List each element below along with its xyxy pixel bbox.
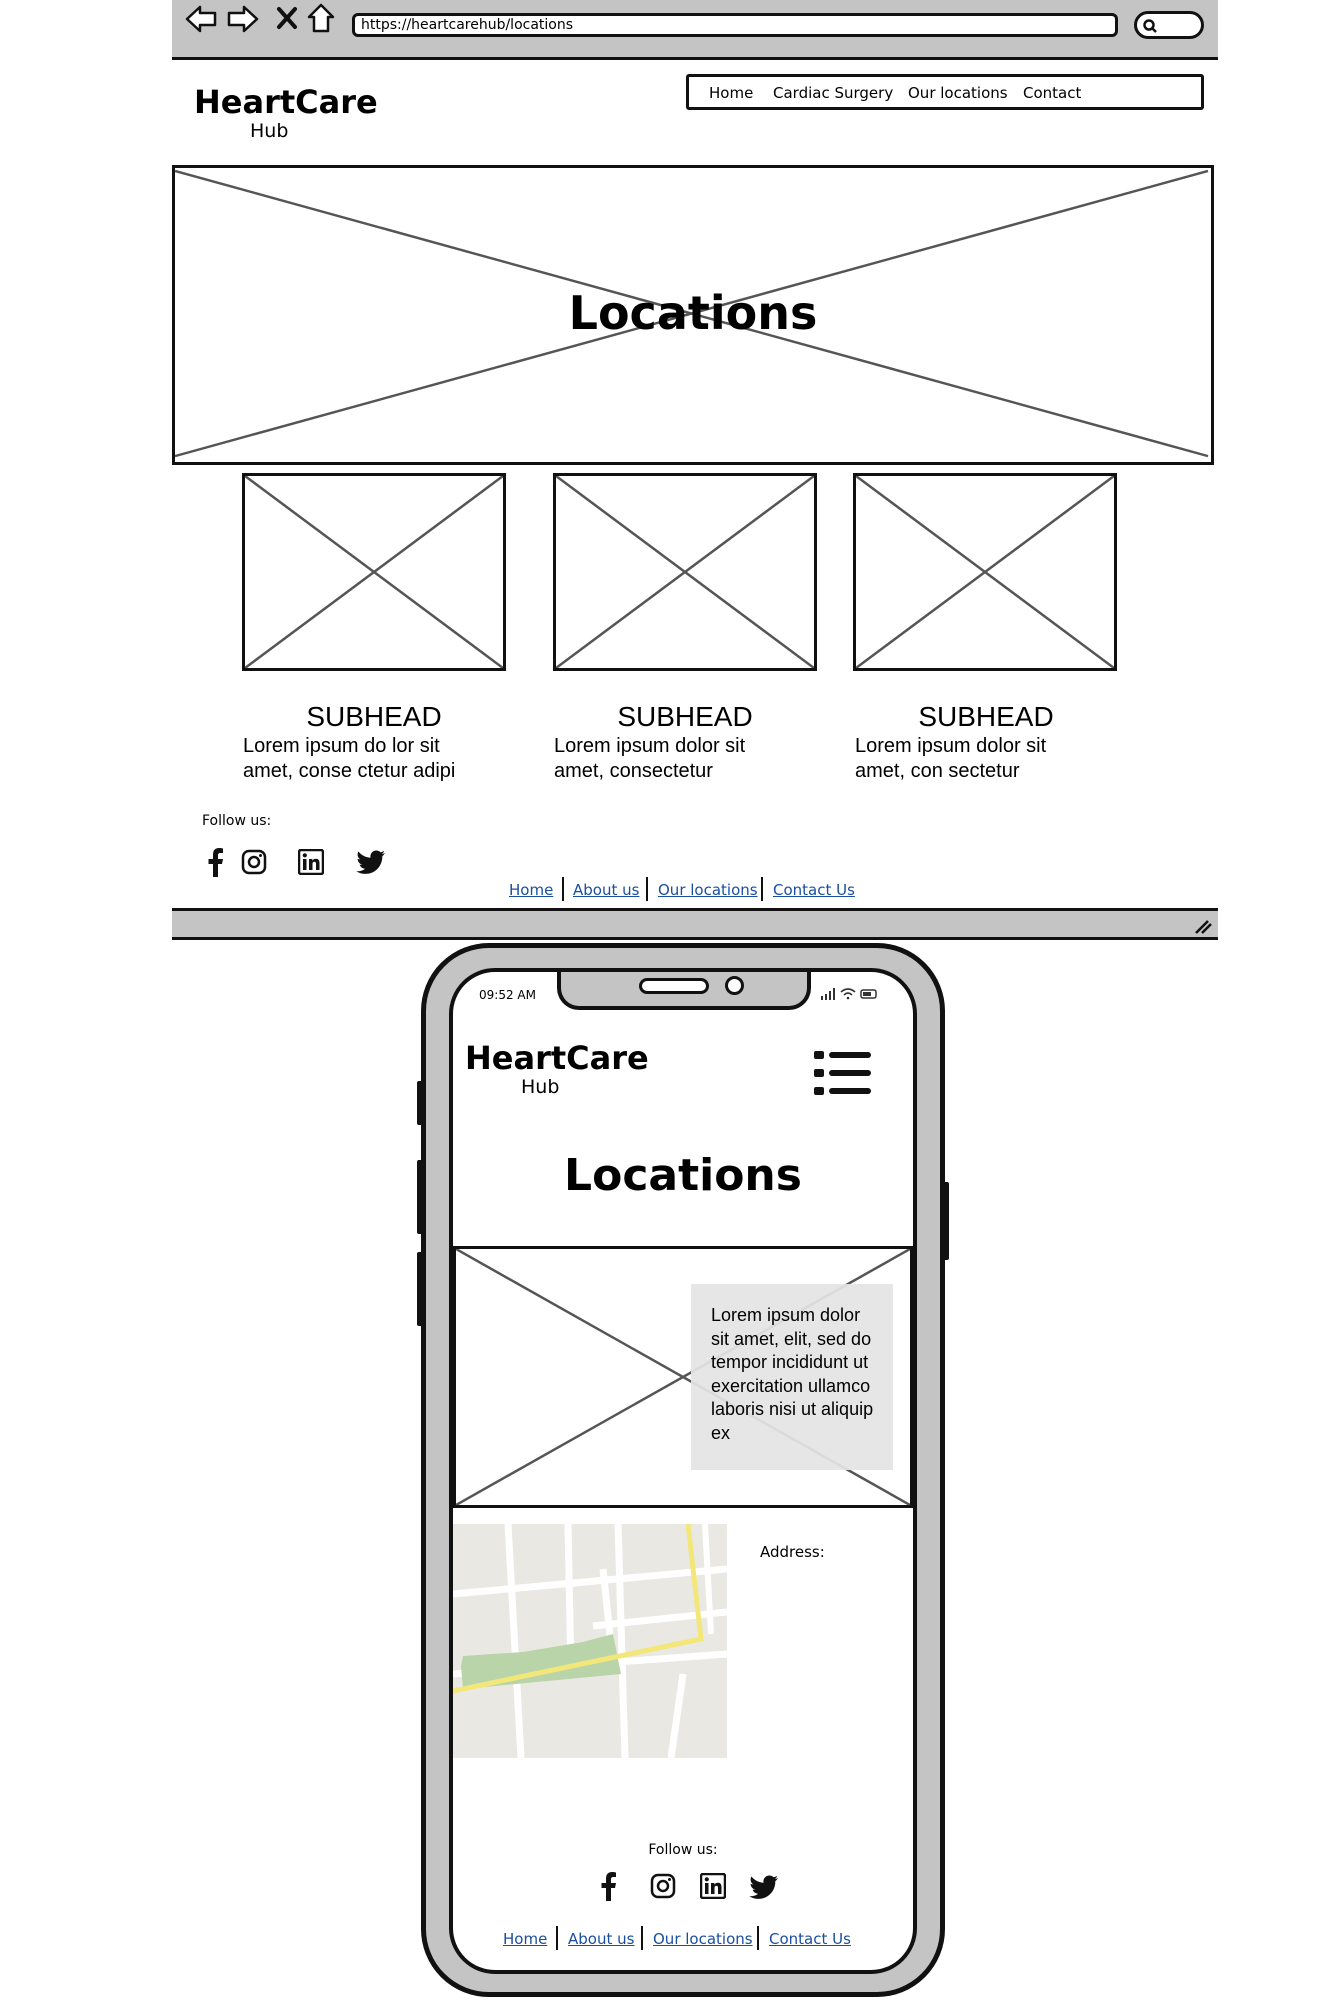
- card-subhead: SUBHEAD: [918, 701, 1054, 732]
- card-body: amet, consectetur: [554, 760, 713, 782]
- footer-link-contact-us[interactable]: Contact Us: [769, 1930, 851, 1948]
- card-body: Lorem ipsum do lor sit: [243, 735, 440, 757]
- divider: [757, 1926, 759, 1950]
- divider: [646, 877, 648, 901]
- phone-notch: [557, 972, 811, 1010]
- footer-link-home[interactable]: Home: [509, 881, 553, 899]
- hero-image: Locations: [172, 165, 1214, 465]
- speaker-grille: [639, 978, 709, 994]
- card-text: SUBHEAD Lorem ipsum do lor sit amet, con…: [243, 700, 533, 784]
- placeholder-cross-icon: [856, 476, 1114, 668]
- linkedin-icon[interactable]: [700, 1873, 726, 1899]
- footer-link-about-us[interactable]: About us: [568, 1930, 634, 1948]
- twitter-icon[interactable]: [749, 1875, 779, 1899]
- card-image: [242, 473, 506, 671]
- hero-title: Locations: [568, 286, 818, 340]
- phone-logo[interactable]: HeartCare Hub: [465, 1040, 665, 1098]
- main-nav: Home Cardiac Surgery Our locations Conta…: [686, 74, 1204, 110]
- search-box[interactable]: [1134, 11, 1204, 39]
- card-image: [853, 473, 1117, 671]
- forward-arrow-icon[interactable]: [226, 4, 260, 34]
- follow-label: Follow us:: [202, 813, 272, 829]
- close-icon[interactable]: [276, 6, 298, 30]
- divider: [761, 877, 763, 901]
- footer-link-about-us[interactable]: About us: [573, 881, 639, 899]
- camera-dot: [725, 976, 744, 995]
- phone-side-button: [943, 1182, 949, 1260]
- card-body: amet, con sectetur: [855, 760, 1020, 782]
- card-body: amet, conse ctetur adipi: [243, 760, 456, 782]
- resize-handle-icon[interactable]: [1194, 919, 1212, 935]
- back-arrow-icon[interactable]: [184, 4, 218, 34]
- hamburger-list-icon[interactable]: [813, 1048, 873, 1098]
- nav-home[interactable]: Home: [709, 84, 753, 102]
- url-text: https://heartcarehub/locations: [361, 17, 574, 33]
- address-label: Address:: [760, 1543, 825, 1561]
- logo-title: HeartCare: [465, 1039, 649, 1077]
- facebook-icon[interactable]: [206, 847, 224, 877]
- logo-title: HeartCare: [194, 83, 378, 121]
- card-subhead: SUBHEAD: [617, 701, 753, 732]
- card-image: [553, 473, 817, 671]
- phone-side-button: [417, 1160, 423, 1234]
- phone-side-button: [417, 1252, 423, 1326]
- card-subhead: SUBHEAD: [306, 701, 442, 732]
- instagram-icon[interactable]: [241, 849, 267, 875]
- browser-window: https://heartcarehub/locations HeartCare…: [172, 0, 1218, 942]
- overlay-text-box: Lorem ipsum dolor sit amet, elit, sed do…: [691, 1284, 893, 1470]
- follow-label: Follow us:: [648, 1842, 718, 1858]
- phone-side-button: [417, 1081, 423, 1125]
- card-body: Lorem ipsum dolor sit: [855, 735, 1047, 757]
- card-body: Lorem ipsum dolor sit: [554, 735, 746, 757]
- footer-link-our-locations[interactable]: Our locations: [653, 1930, 753, 1948]
- nav-cardiac-surgery[interactable]: Cardiac Surgery: [773, 84, 893, 102]
- nav-contact[interactable]: Contact: [1023, 84, 1081, 102]
- logo-subtitle: Hub: [521, 1076, 560, 1098]
- search-icon: [1143, 19, 1157, 33]
- placeholder-cross-icon: [556, 476, 814, 668]
- location-map[interactable]: [453, 1524, 727, 1758]
- placeholder-cross-icon: [245, 476, 503, 668]
- url-field[interactable]: https://heartcarehub/locations: [352, 13, 1118, 37]
- card-text: SUBHEAD Lorem ipsum dolor sit amet, con …: [855, 700, 1145, 784]
- card-text: SUBHEAD Lorem ipsum dolor sit amet, cons…: [554, 700, 844, 784]
- phone-hero-image: Lorem ipsum dolor sit amet, elit, sed do…: [453, 1246, 913, 1508]
- home-icon[interactable]: [306, 2, 336, 34]
- footer-link-home[interactable]: Home: [503, 1930, 547, 1948]
- divider: [641, 1926, 643, 1950]
- site-logo[interactable]: HeartCare Hub: [194, 84, 394, 142]
- phone-page-title: Locations: [564, 1150, 802, 1201]
- browser-status-bar: [172, 908, 1218, 940]
- signal-wifi-battery-icon: [821, 988, 877, 1000]
- footer-link-our-locations[interactable]: Our locations: [658, 881, 758, 899]
- divider: [562, 877, 564, 901]
- instagram-icon[interactable]: [650, 1873, 676, 1899]
- logo-subtitle: Hub: [250, 120, 289, 142]
- footer-link-contact-us[interactable]: Contact Us: [773, 881, 855, 899]
- overlay-text: Lorem ipsum dolor sit amet, elit, sed do…: [711, 1305, 874, 1443]
- phone-screen: 09:52 AM HeartCare Hub Locations Lorem i…: [449, 968, 917, 1974]
- browser-toolbar: https://heartcarehub/locations: [172, 0, 1218, 60]
- divider: [556, 1926, 558, 1950]
- linkedin-icon[interactable]: [298, 849, 324, 875]
- status-time: 09:52 AM: [479, 988, 536, 1002]
- facebook-icon[interactable]: [599, 1871, 617, 1901]
- nav-our-locations[interactable]: Our locations: [908, 84, 1008, 102]
- twitter-icon[interactable]: [356, 850, 386, 874]
